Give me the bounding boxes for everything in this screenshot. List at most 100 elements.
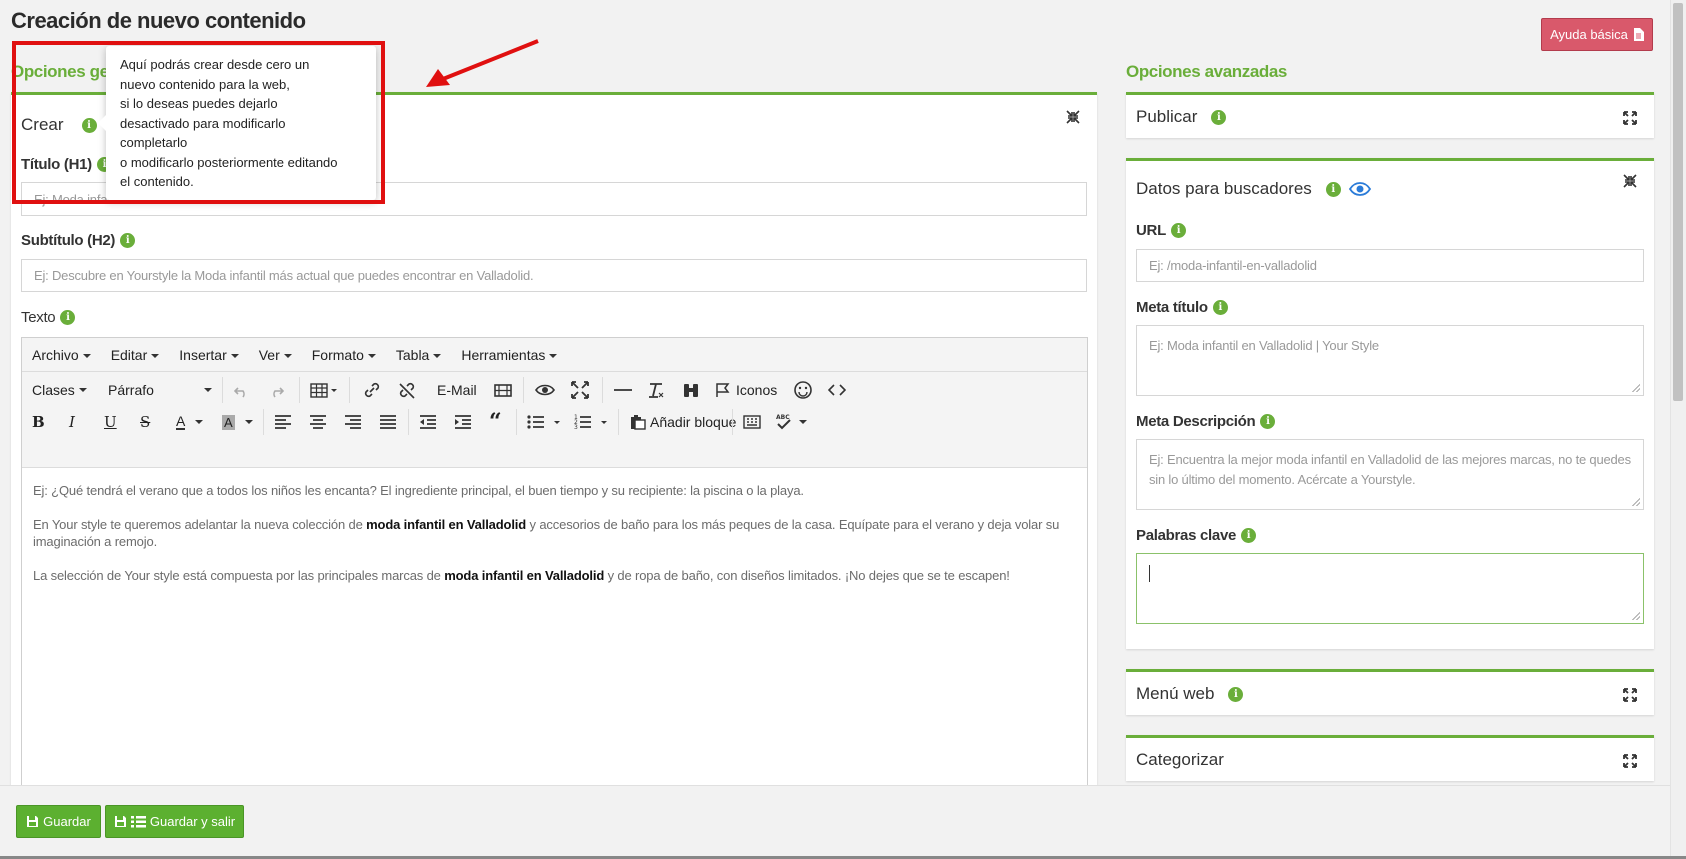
redo-icon[interactable] bbox=[268, 376, 284, 404]
publish-panel: Publicar i bbox=[1126, 92, 1654, 138]
save-and-exit-button[interactable]: Guardar y salir bbox=[105, 805, 244, 838]
unlink-icon[interactable] bbox=[398, 376, 416, 404]
info-icon[interactable]: i bbox=[1325, 181, 1341, 197]
menu-formato[interactable]: Formato bbox=[312, 347, 376, 363]
save-button[interactable]: Guardar bbox=[16, 805, 101, 838]
spellcheck-icon: ABC bbox=[776, 414, 791, 430]
classes-dropdown[interactable]: Clases bbox=[32, 376, 87, 404]
format-dropdown[interactable]: Párrafo bbox=[108, 376, 212, 404]
menu-herramientas[interactable]: Herramientas bbox=[461, 347, 557, 363]
svg-text:ABC: ABC bbox=[776, 414, 790, 421]
meta-title-textarea[interactable]: Ej: Moda infantil en Valladolid | Your S… bbox=[1136, 325, 1644, 396]
spellcheck-dropdown[interactable]: ABC bbox=[775, 408, 807, 436]
subtitle-placeholder: Ej: Descubre en Yourstyle la Moda infant… bbox=[34, 268, 534, 283]
editor-content[interactable]: Ej: ¿Qué tendrá el verano que a todos lo… bbox=[22, 468, 1087, 615]
editor-paragraph: En Your style te queremos adelantar la n… bbox=[33, 517, 1060, 549]
emoticon-icon[interactable] bbox=[793, 376, 813, 404]
advanced-section-title: Opciones avanzadas bbox=[1126, 62, 1287, 81]
url-placeholder: Ej: /moda-infantil-en-valladolid bbox=[1149, 258, 1317, 273]
keywords-textarea[interactable] bbox=[1136, 553, 1644, 624]
align-justify-icon[interactable] bbox=[379, 408, 397, 436]
help-button[interactable]: Ayuda básica bbox=[1541, 18, 1653, 51]
annotation-highlight-box bbox=[12, 41, 385, 204]
floppy-disk-icon bbox=[27, 816, 39, 827]
rich-text-editor: Archivo Editar Insertar Ver Formato Tabl… bbox=[21, 337, 1088, 787]
horizontal-line-icon[interactable] bbox=[613, 376, 633, 404]
info-icon[interactable]: i bbox=[1170, 223, 1186, 238]
italic-icon[interactable]: I bbox=[69, 408, 75, 436]
seo-panel-header[interactable]: Datos para buscadores i bbox=[1136, 179, 1371, 199]
media-icon[interactable] bbox=[494, 376, 512, 404]
resize-handle[interactable] bbox=[1632, 612, 1640, 620]
expand-icon[interactable] bbox=[1622, 110, 1638, 126]
subtitle-label: Subtítulo (H2) i bbox=[21, 232, 136, 249]
add-block-button[interactable]: Añadir bloque bbox=[630, 408, 736, 436]
indent-icon[interactable] bbox=[454, 408, 472, 436]
info-icon[interactable]: i bbox=[1241, 528, 1257, 543]
menu-tabla[interactable]: Tabla bbox=[396, 347, 441, 363]
table-icon[interactable] bbox=[310, 376, 340, 404]
categorize-panel-header[interactable]: Categorizar bbox=[1136, 750, 1224, 770]
bullet-list-icon[interactable] bbox=[527, 408, 563, 436]
menu-editar[interactable]: Editar bbox=[111, 347, 160, 363]
bold-icon[interactable]: B bbox=[32, 408, 45, 436]
floppy-disk-icon bbox=[114, 816, 126, 827]
flag-icon bbox=[716, 383, 730, 397]
background-color-icon[interactable]: A bbox=[222, 408, 253, 436]
underline-icon[interactable]: U bbox=[104, 408, 117, 436]
save-and-exit-label: Guardar y salir bbox=[149, 814, 236, 829]
outdent-icon[interactable] bbox=[419, 408, 437, 436]
expand-icon[interactable] bbox=[1622, 687, 1638, 703]
editor-toolbar: Clases Párrafo E-Mail Iconos B I U S A A… bbox=[22, 372, 1087, 468]
source-code-icon[interactable] bbox=[828, 376, 846, 404]
strikethrough-icon[interactable]: S bbox=[140, 408, 150, 436]
url-input[interactable]: Ej: /moda-infantil-en-valladolid bbox=[1136, 249, 1644, 282]
numbered-list-icon[interactable]: 123 bbox=[574, 408, 610, 436]
clear-format-icon[interactable] bbox=[647, 376, 665, 404]
info-icon[interactable]: i bbox=[60, 310, 76, 325]
menu-archivo[interactable]: Archivo bbox=[32, 347, 91, 363]
email-button[interactable]: E-Mail bbox=[437, 376, 477, 404]
align-center-icon[interactable] bbox=[309, 408, 327, 436]
menu-insertar[interactable]: Insertar bbox=[179, 347, 238, 363]
scrollbar-thumb[interactable] bbox=[1673, 3, 1683, 401]
text-color-icon[interactable]: A bbox=[176, 408, 204, 436]
publish-panel-header[interactable]: Publicar i bbox=[1136, 107, 1227, 127]
web-menu-panel: Menú web i bbox=[1126, 669, 1654, 715]
subtitle-input[interactable]: Ej: Descubre en Yourstyle la Moda infant… bbox=[21, 259, 1087, 292]
find-icon[interactable] bbox=[682, 376, 700, 404]
menu-ver[interactable]: Ver bbox=[259, 347, 292, 363]
info-icon[interactable]: i bbox=[1211, 109, 1227, 125]
url-label: URL i bbox=[1136, 222, 1186, 239]
info-icon[interactable]: i bbox=[1228, 686, 1244, 702]
eye-icon[interactable] bbox=[1348, 182, 1371, 196]
undo-icon[interactable] bbox=[234, 376, 250, 404]
editor-menubar: Archivo Editar Insertar Ver Formato Tabl… bbox=[22, 338, 1087, 372]
collapse-icon[interactable] bbox=[1622, 173, 1638, 189]
blockquote-icon[interactable]: “ bbox=[489, 408, 502, 436]
categorize-panel: Categorizar bbox=[1126, 735, 1654, 781]
info-icon[interactable]: i bbox=[1212, 300, 1228, 315]
web-menu-panel-header[interactable]: Menú web i bbox=[1136, 684, 1244, 704]
align-left-icon[interactable] bbox=[274, 408, 292, 436]
collapse-icon[interactable] bbox=[1065, 109, 1081, 125]
link-icon[interactable] bbox=[363, 376, 381, 404]
keywords-label: Palabras clave i bbox=[1136, 527, 1257, 544]
meta-description-textarea[interactable]: Ej: Encuentra la mejor moda infantil en … bbox=[1136, 439, 1644, 510]
preview-eye-icon[interactable] bbox=[535, 376, 555, 404]
resize-handle[interactable] bbox=[1632, 384, 1640, 392]
expand-icon[interactable] bbox=[1622, 753, 1638, 769]
resize-handle[interactable] bbox=[1632, 498, 1640, 506]
meta-title-placeholder: Ej: Moda infantil en Valladolid | Your S… bbox=[1149, 338, 1379, 353]
info-icon[interactable]: i bbox=[1260, 414, 1276, 429]
paste-block-icon bbox=[631, 415, 646, 430]
save-button-label: Guardar bbox=[43, 814, 91, 829]
meta-description-label: Meta Descripción i bbox=[1136, 413, 1276, 430]
document-icon bbox=[1633, 28, 1644, 41]
fullscreen-icon[interactable] bbox=[571, 376, 589, 404]
info-icon[interactable]: i bbox=[120, 233, 136, 248]
text-cursor bbox=[1149, 565, 1150, 582]
visual-blocks-icon[interactable] bbox=[743, 408, 761, 436]
icons-button[interactable]: Iconos bbox=[715, 376, 777, 404]
align-right-icon[interactable] bbox=[344, 408, 362, 436]
